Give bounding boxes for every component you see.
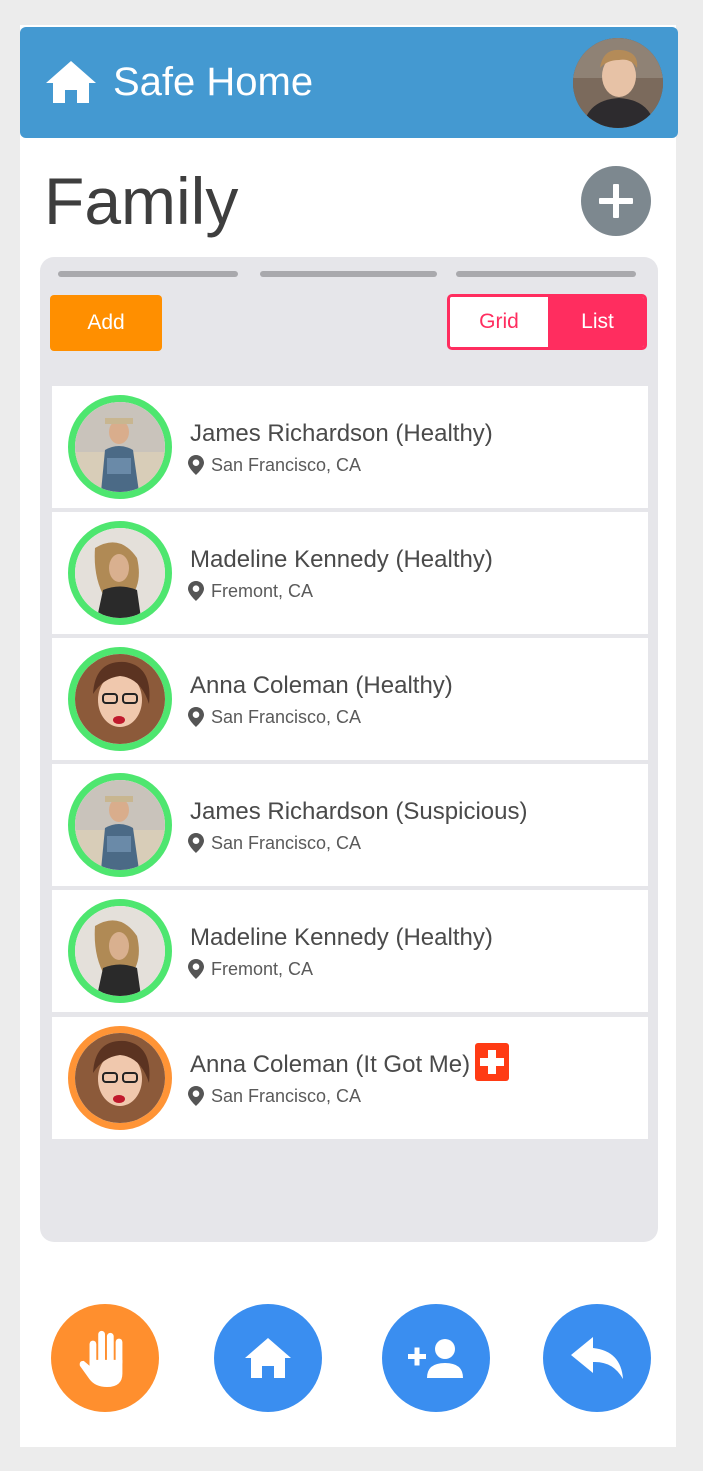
reply-arrow-icon [571, 1337, 623, 1379]
view-toggle: Grid List [447, 294, 647, 350]
family-panel: Add Grid List James Richardson (Healthy)… [40, 257, 658, 1242]
reply-button[interactable] [543, 1304, 651, 1412]
member-name: Anna Coleman (Healthy) [190, 672, 453, 699]
tab-indicator [456, 271, 636, 277]
member-list-item[interactable]: Madeline Kennedy (Healthy) Fremont, CA [52, 890, 648, 1012]
member-avatar [68, 395, 172, 499]
add-member-circle-button[interactable] [581, 166, 651, 236]
stop-hand-button[interactable] [51, 1304, 159, 1412]
member-avatar [68, 1026, 172, 1130]
user-avatar[interactable] [573, 38, 663, 128]
location-pin-icon [188, 581, 204, 601]
grid-view-button[interactable]: Grid [450, 297, 548, 347]
member-avatar [68, 899, 172, 1003]
add-person-icon [408, 1339, 463, 1378]
member-avatar [68, 773, 172, 877]
tab-indicator [58, 271, 238, 277]
member-avatar [68, 521, 172, 625]
member-list-item[interactable]: Anna Coleman (Healthy) San Francisco, CA [52, 638, 648, 760]
location-pin-icon [188, 833, 204, 853]
home-button[interactable] [214, 1304, 322, 1412]
add-button[interactable]: Add [50, 295, 162, 351]
member-location: Fremont, CA [211, 959, 314, 979]
add-person-button[interactable] [382, 1304, 490, 1412]
member-name: Anna Coleman (It Got Me) [190, 1051, 471, 1078]
member-list-item[interactable]: James Richardson (Healthy) San Francisco… [52, 386, 648, 508]
page-title: Family [44, 164, 239, 238]
member-avatar [68, 647, 172, 751]
member-name: James Richardson (Healthy) [190, 420, 493, 447]
member-location: Fremont, CA [211, 581, 314, 601]
tab-indicator [260, 271, 437, 277]
location-pin-icon [188, 455, 204, 475]
app-title: Safe Home [113, 60, 314, 104]
member-name: Madeline Kennedy (Healthy) [190, 546, 493, 573]
member-name: Madeline Kennedy (Healthy) [190, 924, 493, 951]
location-pin-icon [188, 959, 204, 979]
member-location: San Francisco, CA [211, 833, 362, 853]
member-list-item[interactable]: Madeline Kennedy (Healthy) Fremont, CA [52, 512, 648, 634]
member-location: San Francisco, CA [211, 1086, 362, 1106]
member-name: James Richardson (Suspicious) [190, 798, 528, 825]
list-view-button[interactable]: List [548, 297, 644, 347]
member-location: San Francisco, CA [211, 707, 362, 727]
location-pin-icon [188, 707, 204, 727]
plus-icon [599, 184, 633, 218]
app-screen: Safe Home Family Add Grid List James Ric… [20, 25, 678, 1447]
app-header: Safe Home [20, 27, 678, 138]
home-icon[interactable] [44, 59, 98, 105]
hand-stop-icon [79, 1330, 123, 1387]
home-icon [245, 1338, 291, 1378]
member-list-item[interactable]: Anna Coleman (It Got Me) San Francisco, … [52, 1017, 648, 1139]
member-list-item[interactable]: James Richardson (Suspicious) San Franci… [52, 764, 648, 886]
location-pin-icon [188, 1086, 204, 1106]
member-location: San Francisco, CA [211, 455, 362, 475]
medical-cross-icon [475, 1043, 509, 1081]
